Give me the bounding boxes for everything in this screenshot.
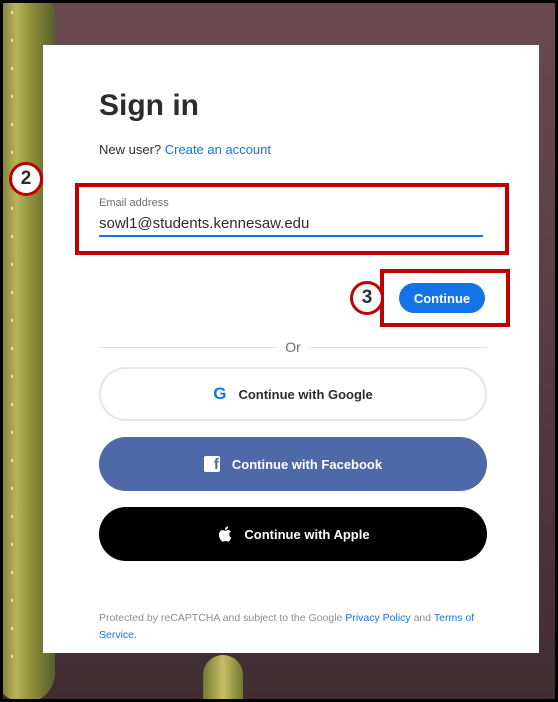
divider-line — [308, 346, 487, 348]
footer-period: . — [134, 629, 137, 641]
apple-icon — [219, 526, 232, 542]
page-title: Sign in — [99, 89, 199, 122]
apple-button-label: Continue with Apple — [244, 526, 370, 542]
facebook-sign-in-button[interactable]: f Continue with Facebook — [99, 437, 487, 491]
or-text: Or — [285, 339, 301, 355]
or-divider: Or — [99, 339, 487, 355]
background: Sign in New user? Create an account Emai… — [3, 3, 555, 699]
apple-sign-in-button[interactable]: Continue with Apple — [99, 507, 487, 561]
facebook-button-label: Continue with Facebook — [231, 456, 383, 472]
new-user-row: New user? Create an account — [99, 142, 271, 157]
step-3-badge: 3 — [350, 281, 384, 315]
email-highlight-annotation — [75, 183, 509, 255]
privacy-policy-link[interactable]: Privacy Policy — [345, 612, 410, 624]
sign-in-card: Sign in New user? Create an account Emai… — [43, 45, 539, 653]
divider-line — [99, 346, 278, 348]
continue-highlight-annotation — [380, 269, 510, 327]
recaptcha-text: Protected by reCAPTCHA and subject to th… — [99, 612, 343, 624]
new-user-prompt: New user? — [99, 142, 162, 157]
google-button-label: Continue with Google — [238, 386, 373, 402]
step-2-badge: 2 — [9, 162, 43, 196]
recaptcha-notice: Protected by reCAPTCHA and subject to th… — [99, 610, 489, 644]
google-icon: G — [213, 384, 227, 403]
cactus-decoration-bottom — [203, 655, 243, 699]
footer-and-text: and — [413, 612, 432, 624]
cactus-spines — [11, 3, 13, 683]
facebook-icon: f — [203, 456, 220, 472]
create-account-link[interactable]: Create an account — [165, 142, 271, 157]
google-sign-in-button[interactable]: G Continue with Google — [99, 367, 487, 421]
